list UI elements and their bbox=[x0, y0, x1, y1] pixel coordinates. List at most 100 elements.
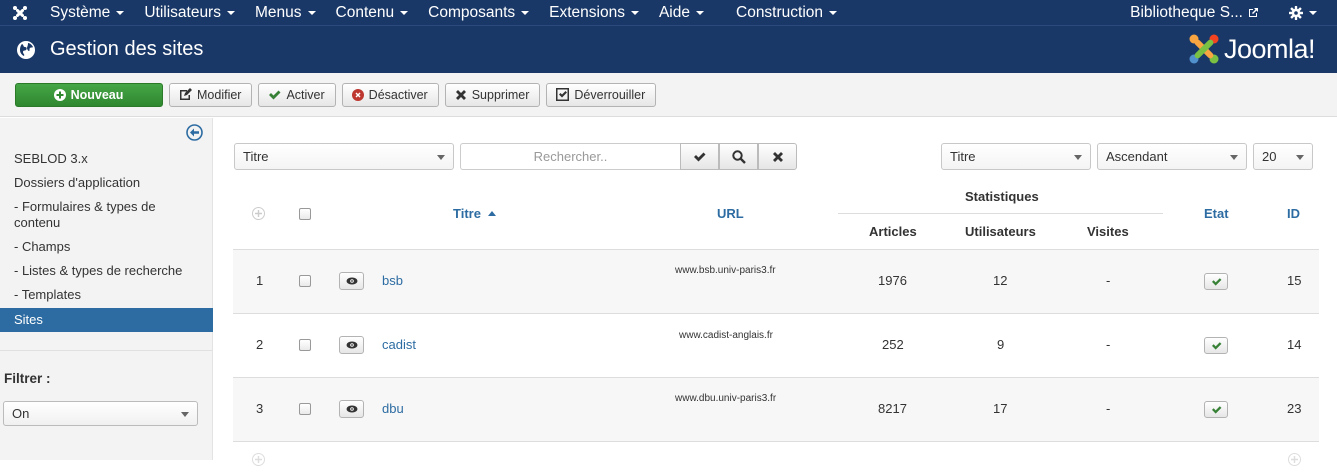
close-icon bbox=[455, 89, 467, 101]
list-limit-select[interactable]: 20 bbox=[1253, 143, 1313, 170]
state-toggle-button[interactable] bbox=[1204, 337, 1228, 354]
sidebar-item-sites[interactable]: Sites bbox=[0, 308, 213, 332]
caret-down-icon bbox=[181, 412, 189, 417]
menu-contenu[interactable]: Contenu bbox=[326, 4, 419, 22]
clear-search-button[interactable] bbox=[758, 143, 797, 170]
toolbar: Nouveau Modifier Activer Désactiver Supp… bbox=[0, 73, 1337, 117]
sort-field-select[interactable]: Titre bbox=[941, 143, 1091, 170]
row-number: 3 bbox=[256, 401, 264, 416]
joomla-logo-icon[interactable] bbox=[0, 0, 40, 25]
joomla-brand: Joomla! bbox=[1188, 33, 1316, 65]
search-input[interactable]: Rechercher.. bbox=[460, 143, 680, 170]
delete-button[interactable]: Supprimer bbox=[444, 82, 541, 107]
sidebar-item-templates[interactable]: - Templates bbox=[0, 284, 213, 308]
articles-column-header: Articles bbox=[869, 224, 917, 239]
caret-down-icon bbox=[437, 155, 445, 160]
users-column-header: Utilisateurs bbox=[965, 224, 1036, 239]
new-button[interactable]: Nouveau bbox=[15, 82, 163, 107]
sidebar-nav: SEBLOD 3.x Dossiers d'application - Form… bbox=[0, 148, 213, 332]
top-menu-bar: Système Utilisateurs Menus Contenu Compo… bbox=[0, 0, 1337, 25]
caret-down-icon bbox=[226, 10, 235, 15]
main-menu: Système Utilisateurs Menus Contenu Compo… bbox=[40, 0, 847, 25]
caret-down-icon bbox=[400, 10, 409, 15]
row-users: 17 bbox=[993, 401, 1008, 416]
row-url: www.dbu.univ-paris3.fr bbox=[675, 393, 777, 404]
close-icon bbox=[772, 151, 783, 162]
caret-down-icon bbox=[696, 10, 704, 15]
table-row: 3 dbu www.dbu.univ-paris3.fr 8217 17 - 2… bbox=[233, 378, 1319, 442]
checkbox-icon bbox=[556, 88, 570, 101]
caret-down-icon bbox=[1296, 155, 1304, 160]
row-id: 23 bbox=[1287, 401, 1302, 416]
row-visits: - bbox=[1106, 273, 1111, 288]
joomla-brand-icon bbox=[1189, 34, 1219, 64]
row-number: 1 bbox=[256, 273, 264, 288]
menu-aide[interactable]: Aide bbox=[649, 4, 714, 22]
topbar-right: Bibliotheque S... bbox=[1122, 0, 1337, 25]
caret-down-icon bbox=[307, 10, 316, 15]
ordering-icon[interactable] bbox=[252, 207, 265, 220]
row-users: 9 bbox=[997, 337, 1005, 352]
stats-column-header: Statistiques bbox=[965, 189, 1039, 204]
sidebar-item-champs[interactable]: - Champs bbox=[0, 236, 213, 260]
row-checkbox[interactable] bbox=[299, 403, 311, 415]
plus-circle-icon bbox=[53, 88, 66, 101]
row-title-link[interactable]: cadist bbox=[382, 337, 416, 352]
preview-button[interactable] bbox=[339, 272, 364, 290]
table-row: 2 cadist www.cadist-anglais.fr 252 9 - 1… bbox=[233, 314, 1319, 378]
menu-composants[interactable]: Composants bbox=[418, 4, 539, 22]
menu-utilisateurs[interactable]: Utilisateurs bbox=[134, 4, 245, 22]
row-checkbox[interactable] bbox=[299, 275, 311, 287]
activate-button[interactable]: Activer bbox=[258, 82, 336, 107]
site-link[interactable]: Bibliotheque S... bbox=[1122, 4, 1267, 22]
search-field-select[interactable]: Titre bbox=[234, 143, 454, 170]
stats-header-divider bbox=[838, 213, 1163, 214]
collapse-sidebar-icon[interactable] bbox=[186, 124, 203, 141]
sort-order-select[interactable]: Ascendant bbox=[1097, 143, 1247, 170]
menu-construction[interactable]: Construction bbox=[726, 4, 847, 22]
table-row: 1 bsb www.bsb.univ-paris3.fr 1976 12 - 1… bbox=[233, 250, 1319, 314]
globe-icon bbox=[17, 40, 35, 59]
row-title-link[interactable]: dbu bbox=[382, 401, 404, 416]
eye-icon bbox=[346, 405, 357, 413]
row-number: 2 bbox=[256, 337, 264, 352]
row-visits: - bbox=[1106, 337, 1111, 352]
menu-menus[interactable]: Menus bbox=[245, 4, 326, 22]
user-settings-menu[interactable] bbox=[1281, 5, 1325, 20]
sidebar-item-listes[interactable]: - Listes & types de recherche bbox=[0, 260, 213, 284]
check-icon bbox=[268, 89, 281, 100]
row-checkbox[interactable] bbox=[299, 339, 311, 351]
menu-systeme[interactable]: Système bbox=[40, 4, 134, 22]
sidebar-item-dossiers[interactable]: Dossiers d'application bbox=[0, 172, 213, 196]
search-apply-button[interactable] bbox=[680, 143, 719, 170]
row-title-link[interactable]: bsb bbox=[382, 273, 403, 288]
state-column-header[interactable]: Etat bbox=[1204, 206, 1229, 221]
id-column-header[interactable]: ID bbox=[1287, 206, 1300, 221]
filter-label: Filtrer : bbox=[4, 371, 51, 386]
menu-extensions[interactable]: Extensions bbox=[539, 4, 649, 22]
select-all-checkbox[interactable] bbox=[299, 208, 311, 220]
state-toggle-button[interactable] bbox=[1204, 401, 1228, 418]
title-column-header[interactable]: Titre bbox=[453, 206, 496, 221]
search-button[interactable] bbox=[719, 143, 758, 170]
row-url: www.cadist-anglais.fr bbox=[679, 330, 773, 341]
sidebar-item-formulaires[interactable]: - Formulaires & types de contenu bbox=[0, 196, 198, 236]
unlock-button[interactable]: Déverrouiller bbox=[546, 82, 657, 107]
deactivate-button[interactable]: Désactiver bbox=[341, 82, 439, 107]
close-circle-icon bbox=[351, 88, 364, 101]
external-link-icon bbox=[1249, 8, 1258, 17]
row-url: www.bsb.univ-paris3.fr bbox=[675, 265, 776, 276]
edit-button[interactable]: Modifier bbox=[169, 82, 253, 107]
preview-button[interactable] bbox=[339, 400, 364, 418]
state-toggle-button[interactable] bbox=[1204, 273, 1228, 290]
caret-down-icon bbox=[829, 10, 838, 15]
caret-down-icon bbox=[521, 10, 530, 15]
url-column-header[interactable]: URL bbox=[717, 206, 744, 221]
preview-button[interactable] bbox=[339, 336, 364, 354]
sort-asc-icon bbox=[487, 211, 496, 216]
sidebar-item-seblod[interactable]: SEBLOD 3.x bbox=[0, 148, 213, 172]
filter-select[interactable]: On bbox=[3, 401, 198, 426]
edit-icon bbox=[179, 88, 192, 101]
search-icon bbox=[731, 149, 746, 164]
visits-column-header: Visites bbox=[1087, 224, 1129, 239]
